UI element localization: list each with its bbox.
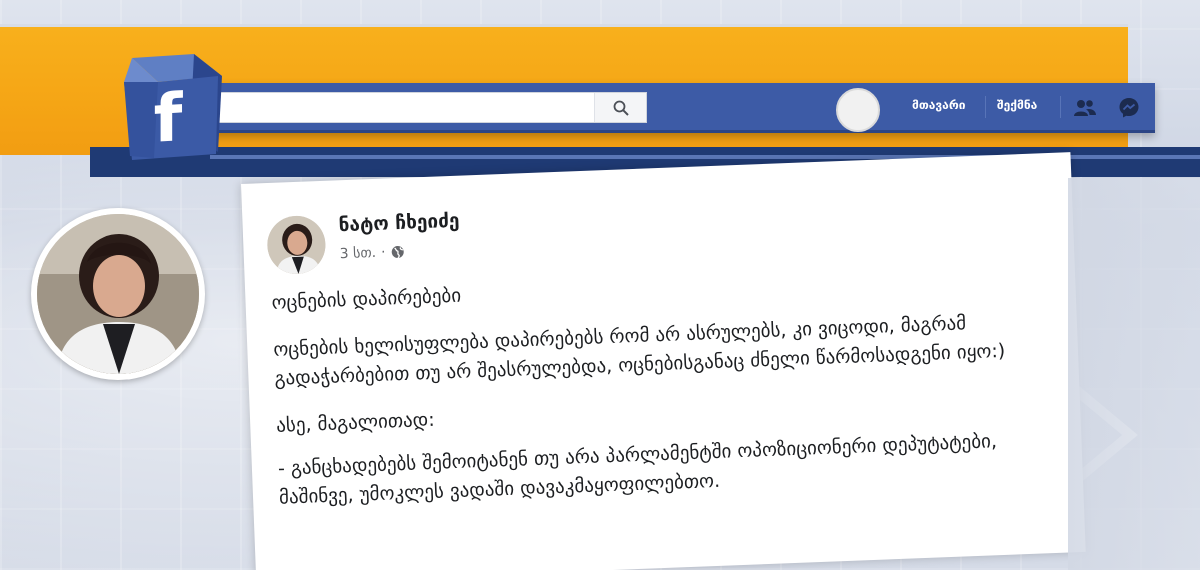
right-background-panel — [1068, 178, 1200, 570]
search-button[interactable] — [594, 93, 646, 122]
nav-separator — [985, 96, 986, 118]
post-body: ოცნების დაპირებები ოცნების ხელისუფლება დ… — [271, 259, 1049, 512]
facebook-logo-letter: f — [154, 79, 184, 158]
friends-icon[interactable] — [1072, 95, 1098, 121]
search-bar[interactable] — [215, 92, 647, 123]
messenger-icon[interactable] — [1116, 95, 1142, 121]
post-author-avatar[interactable] — [266, 214, 327, 276]
post-time[interactable]: 3 სთ. — [339, 245, 376, 262]
facebook-post-card: ნატო ჩხეიძე 3 სთ. · ოცნების დაპირებები ო… — [241, 152, 1086, 570]
post-author-name[interactable]: ნატო ჩხეიძე — [338, 210, 460, 237]
search-icon — [613, 100, 629, 116]
nav-home-link[interactable]: მთავარი — [912, 98, 965, 112]
facebook-cube-logo: f — [124, 54, 222, 160]
globe-icon — [391, 246, 404, 259]
nav-separator — [1060, 96, 1061, 118]
search-input[interactable] — [216, 93, 586, 120]
nav-create-link[interactable]: შექმნა — [997, 98, 1037, 112]
speaker-photo-image — [37, 214, 199, 374]
meta-dot: · — [380, 244, 386, 261]
post-meta: 3 სთ. · — [339, 244, 404, 262]
speaker-photo — [31, 208, 205, 380]
facebook-toolbar: მთავარი შექმნა — [200, 83, 1155, 133]
profile-avatar[interactable] — [836, 88, 880, 132]
